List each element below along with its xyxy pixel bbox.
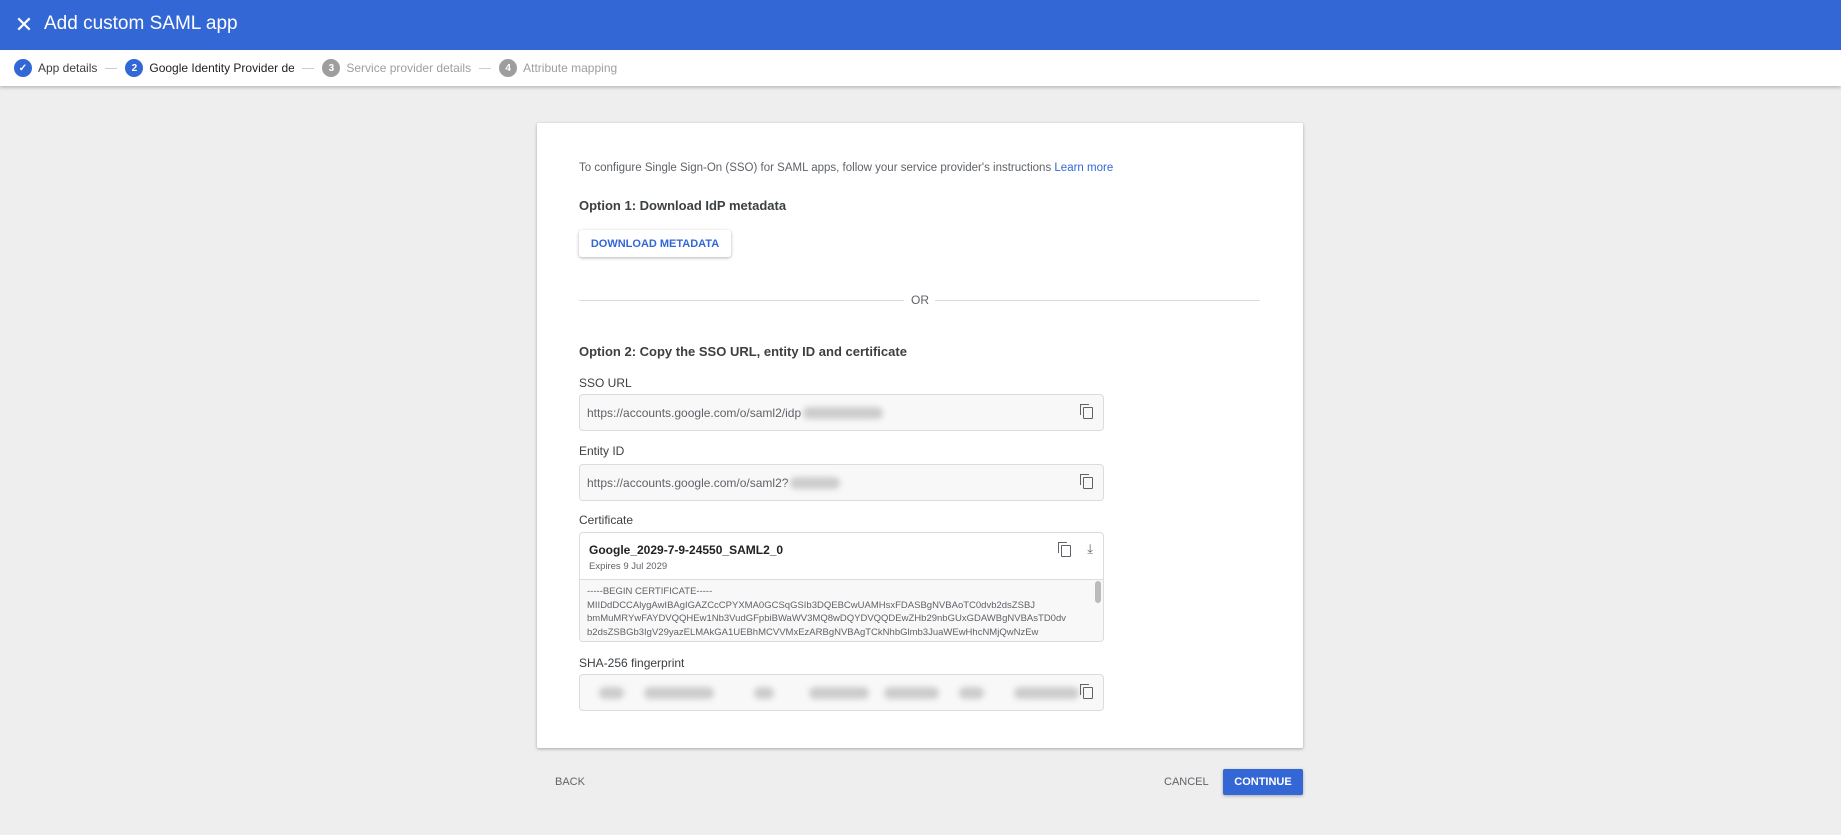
cert-line: MIIDdDCCAlygAwIBAgIGAZCcCPYXMA0GCSqGSIb3… bbox=[587, 599, 1036, 611]
certificate-text[interactable]: -----BEGIN CERTIFICATE----- MIIDdDCCAlyg… bbox=[580, 579, 1103, 641]
learn-more-link[interactable]: Learn more bbox=[1054, 162, 1113, 174]
entity-id-label: Entity ID bbox=[579, 444, 625, 458]
certificate-label: Certificate bbox=[579, 513, 634, 527]
idp-details-card: To configure Single Sign-On (SSO) for SA… bbox=[537, 123, 1303, 748]
copy-icon[interactable] bbox=[1080, 683, 1093, 699]
cert-line: b2dsZSBGb3IgV29yazELMAkGA1UEBhMCVVMxEzAR… bbox=[587, 626, 1039, 638]
entity-id-field[interactable]: https://accounts.google.com/o/saml2? bbox=[579, 464, 1104, 501]
step-divider bbox=[302, 67, 315, 69]
option2-heading: Option 2: Copy the SSO URL, entity ID an… bbox=[579, 344, 907, 359]
copy-icon[interactable] bbox=[1080, 403, 1093, 419]
step-attribute-mapping: 4 Attribute mapping bbox=[499, 59, 617, 77]
divider bbox=[935, 300, 1260, 301]
step-app-details[interactable]: ✓ App details bbox=[14, 59, 97, 77]
cancel-button[interactable]: CANCEL bbox=[1164, 776, 1209, 788]
close-icon[interactable]: ✕ bbox=[12, 13, 36, 37]
check-icon: ✓ bbox=[14, 59, 32, 77]
cert-line: bmMuMRYwFAYDVQQHEw1Nb3VudGFpbiBWaWV3MQ8w… bbox=[587, 613, 1066, 624]
sso-url-field[interactable]: https://accounts.google.com/o/saml2/idp bbox=[579, 394, 1104, 431]
divider bbox=[579, 300, 904, 301]
page-title: Add custom SAML app bbox=[44, 13, 238, 34]
sso-url-label: SSO URL bbox=[579, 376, 632, 390]
option1-heading: Option 1: Download IdP metadata bbox=[579, 198, 787, 213]
step-label: Google Identity Provider details bbox=[149, 61, 295, 75]
certificate-expiry: Expires 9 Jul 2029 bbox=[589, 561, 668, 572]
copy-icon[interactable] bbox=[1058, 542, 1071, 557]
step-divider bbox=[479, 67, 492, 69]
step-label: App details bbox=[38, 61, 98, 75]
copy-icon[interactable] bbox=[1080, 473, 1093, 489]
intro-text: To configure Single Sign-On (SSO) for SA… bbox=[579, 162, 1113, 174]
step-number: 2 bbox=[125, 59, 144, 77]
or-separator: OR bbox=[911, 293, 929, 307]
step-service-provider: 3 Service provider details bbox=[322, 59, 471, 77]
certificate-box: Google_2029-7-9-24550_SAML2_0 Expires 9 … bbox=[579, 532, 1104, 642]
step-number: 3 bbox=[322, 59, 341, 77]
download-icon[interactable]: ⤓ bbox=[1087, 541, 1093, 557]
stepper: ✓ App details 2 Google Identity Provider… bbox=[0, 50, 1841, 86]
step-label: Attribute mapping bbox=[523, 61, 618, 75]
download-metadata-button[interactable]: DOWNLOAD METADATA bbox=[579, 230, 731, 257]
fingerprint-label: SHA-256 fingerprint bbox=[579, 656, 685, 670]
entity-id-value: https://accounts.google.com/o/saml2? bbox=[587, 475, 789, 490]
fingerprint-field[interactable] bbox=[579, 674, 1104, 711]
step-idp-details[interactable]: 2 Google Identity Provider details bbox=[125, 59, 294, 77]
app-header: ✕ Add custom SAML app bbox=[0, 0, 1841, 50]
certificate-name: Google_2029-7-9-24550_SAML2_0 bbox=[589, 543, 784, 557]
sso-url-value: https://accounts.google.com/o/saml2/idp bbox=[587, 405, 802, 420]
step-number: 4 bbox=[499, 59, 518, 77]
step-divider bbox=[105, 67, 118, 69]
intro-label: To configure Single Sign-On (SSO) for SA… bbox=[579, 162, 1052, 174]
back-button[interactable]: BACK bbox=[555, 776, 585, 788]
continue-button[interactable]: CONTINUE bbox=[1223, 769, 1303, 795]
step-label: Service provider details bbox=[346, 61, 472, 75]
cert-line: -----BEGIN CERTIFICATE----- bbox=[587, 586, 713, 597]
scrollbar[interactable] bbox=[1095, 581, 1101, 603]
